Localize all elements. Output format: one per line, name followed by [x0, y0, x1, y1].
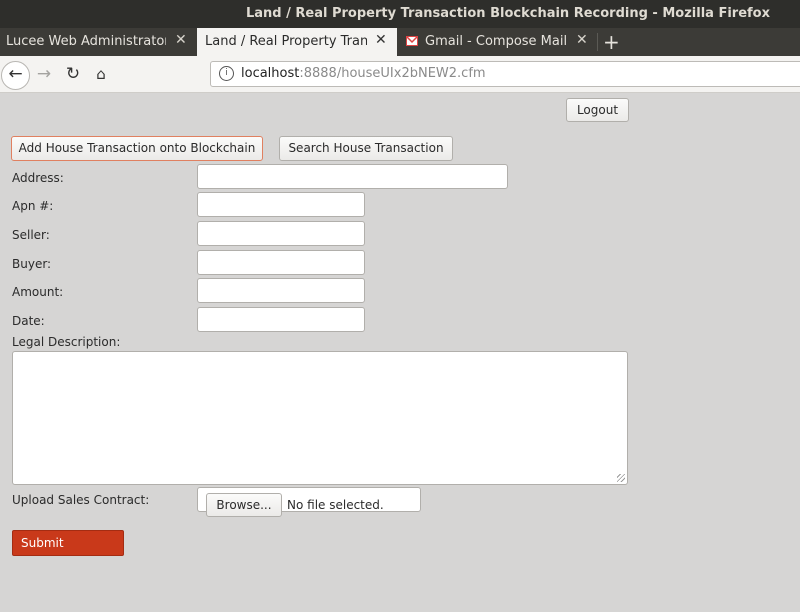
logout-button[interactable]: Logout: [566, 98, 629, 122]
tab-gmail-compose[interactable]: Gmail - Compose Mail ✕: [398, 28, 596, 56]
url-bar[interactable]: i localhost:8888/houseUIx2bNEW2.cfm: [210, 61, 800, 87]
file-status: No file selected.: [287, 498, 384, 512]
forward-icon[interactable]: →: [32, 63, 56, 87]
tab-bar: Lucee Web Administrator ✕ Land / Real Pr…: [0, 28, 800, 56]
address-label: Address:: [12, 171, 64, 185]
home-icon[interactable]: ⌂: [89, 63, 113, 87]
buyer-input[interactable]: [197, 250, 365, 275]
amount-label: Amount:: [12, 285, 64, 299]
tab-separator: [597, 33, 598, 51]
apn-input[interactable]: [197, 192, 365, 217]
new-tab-icon[interactable]: +: [603, 30, 620, 54]
legal-description-textarea[interactable]: [12, 351, 628, 485]
browse-button[interactable]: Browse...: [206, 493, 282, 517]
legal-description-label: Legal Description:: [12, 335, 121, 349]
submit-button[interactable]: Submit: [12, 530, 124, 556]
amount-input[interactable]: [197, 278, 365, 303]
upload-label: Upload Sales Contract:: [12, 493, 150, 507]
back-icon[interactable]: ←: [1, 61, 30, 90]
resize-grip-icon[interactable]: [617, 474, 625, 482]
seller-input[interactable]: [197, 221, 365, 246]
seller-label: Seller:: [12, 228, 50, 242]
apn-label: Apn #:: [12, 199, 54, 213]
close-icon[interactable]: ✕: [375, 32, 387, 48]
tab-label: Gmail - Compose Mail: [425, 34, 568, 49]
url-host: localhost: [241, 66, 300, 81]
address-input[interactable]: [197, 164, 508, 189]
reload-icon[interactable]: ↻: [61, 63, 85, 87]
add-transaction-button[interactable]: Add House Transaction onto Blockchain: [11, 136, 263, 161]
tab-land-transaction[interactable]: Land / Real Property Transaction Blockch…: [197, 28, 397, 56]
gmail-icon: [406, 36, 418, 46]
date-label: Date:: [12, 314, 45, 328]
navigation-toolbar: ← → ↻ ⌂ i localhost:8888/houseUIx2bNEW2.…: [0, 56, 800, 93]
close-icon[interactable]: ✕: [175, 32, 187, 48]
window-titlebar: Land / Real Property Transaction Blockch…: [0, 0, 800, 28]
tab-label: Land / Real Property Transaction Blockch…: [205, 34, 367, 49]
date-input[interactable]: [197, 307, 365, 332]
url-text: localhost:8888/houseUIx2bNEW2.cfm: [241, 66, 486, 81]
search-transaction-button[interactable]: Search House Transaction: [279, 136, 453, 161]
url-path: :8888/houseUIx2bNEW2.cfm: [299, 66, 486, 81]
buyer-label: Buyer:: [12, 257, 52, 271]
info-icon[interactable]: i: [219, 66, 234, 81]
tab-lucee-admin[interactable]: Lucee Web Administrator ✕: [0, 28, 196, 56]
close-icon[interactable]: ✕: [576, 32, 588, 48]
tab-label: Lucee Web Administrator: [6, 34, 166, 49]
window-title: Land / Real Property Transaction Blockch…: [246, 6, 770, 21]
file-upload-field[interactable]: Browse... No file selected.: [197, 487, 421, 517]
